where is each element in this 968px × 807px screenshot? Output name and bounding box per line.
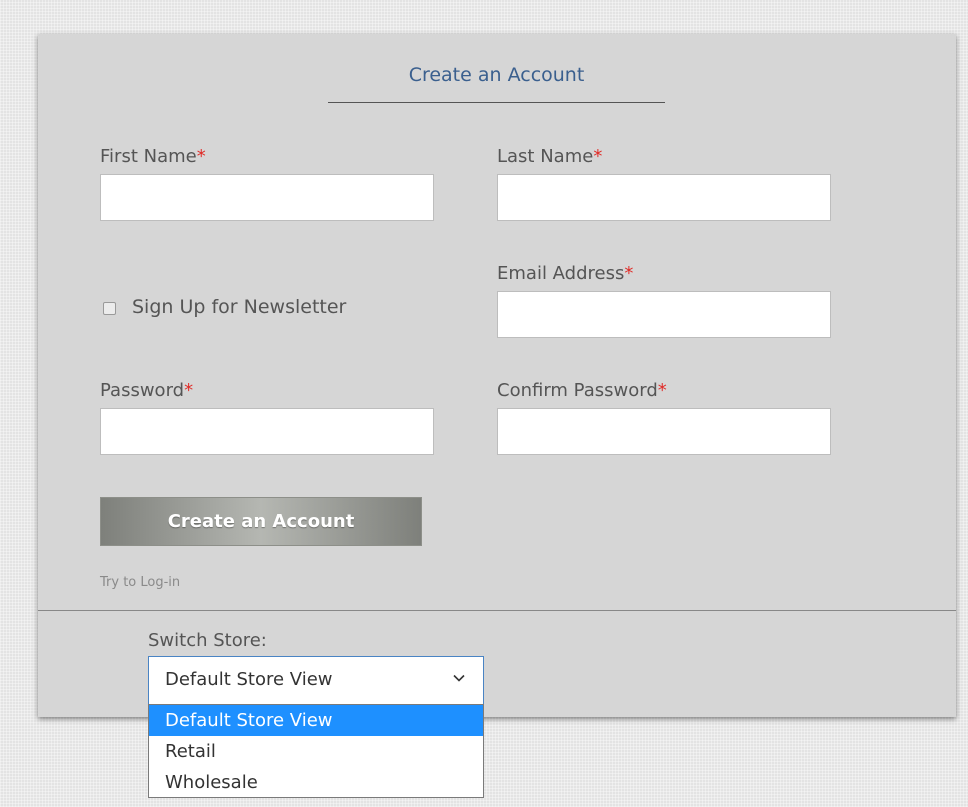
last-name-label: Last Name* [497, 146, 602, 167]
page-title: Create an Account [408, 64, 585, 86]
email-label: Email Address* [497, 263, 633, 284]
password-input[interactable] [100, 408, 434, 455]
store-option-wholesale[interactable]: Wholesale [149, 767, 483, 798]
required-marker: * [184, 380, 194, 401]
required-marker: * [624, 263, 634, 284]
newsletter-checkbox[interactable] [103, 302, 116, 315]
store-option-retail[interactable]: Retail [149, 736, 483, 767]
first-name-input[interactable] [100, 174, 434, 221]
store-dropdown-list: Default Store View Retail Wholesale [148, 704, 484, 798]
confirm-password-label: Confirm Password* [497, 380, 667, 401]
first-name-label: First Name* [100, 146, 206, 167]
newsletter-label[interactable]: Sign Up for Newsletter [132, 296, 346, 318]
email-label-text: Email Address [497, 263, 625, 284]
store-option-default[interactable]: Default Store View [149, 705, 483, 736]
confirm-password-label-text: Confirm Password [497, 380, 658, 401]
first-name-label-text: First Name [100, 146, 197, 167]
confirm-password-input[interactable] [497, 408, 831, 455]
title-divider [328, 102, 665, 103]
account-form-panel: Create an Account First Name* Last Name*… [38, 34, 956, 717]
password-label-text: Password [100, 380, 185, 401]
store-select[interactable]: Default Store View [148, 656, 484, 705]
password-label: Password* [100, 380, 193, 401]
switch-store-label: Switch Store: [148, 630, 267, 651]
required-marker: * [196, 146, 206, 167]
store-select-value: Default Store View [165, 669, 333, 690]
required-marker: * [657, 380, 667, 401]
last-name-input[interactable] [497, 174, 831, 221]
email-input[interactable] [497, 291, 831, 338]
create-account-button[interactable]: Create an Account [100, 497, 422, 546]
required-marker: * [593, 146, 603, 167]
last-name-label-text: Last Name [497, 146, 594, 167]
section-divider [38, 610, 956, 611]
chevron-down-icon [453, 674, 465, 682]
login-link[interactable]: Try to Log-in [100, 575, 180, 590]
